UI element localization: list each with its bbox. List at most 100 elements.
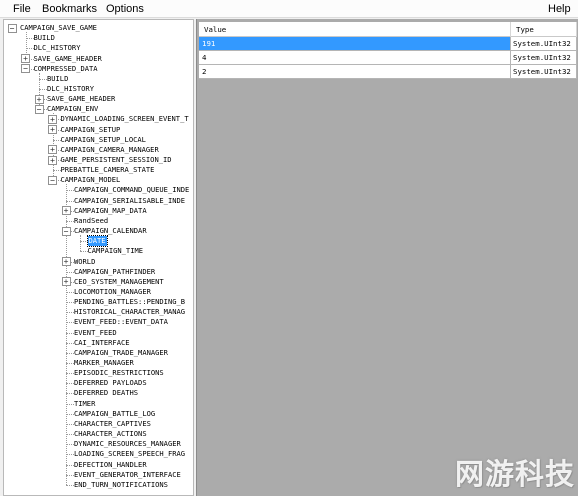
tree-node[interactable]: GAME_PERSISTENT_SESSION_ID: [61, 155, 172, 165]
tree-node[interactable]: CAMPAIGN_CALENDAR: [74, 226, 147, 236]
type-cell: System.UInt32: [511, 65, 577, 78]
collapse-icon[interactable]: −: [7, 23, 17, 33]
tree-node[interactable]: PREBATTLE_CAMERA_STATE: [61, 165, 155, 175]
tree-connector: [66, 403, 74, 405]
menu-options[interactable]: Options: [106, 2, 144, 16]
tree-node[interactable]: LOCOMOTION_MANAGER: [74, 287, 151, 297]
tree-node[interactable]: DATE: [86, 235, 108, 248]
menu-bookmarks[interactable]: Bookmarks: [42, 2, 97, 16]
tree-view[interactable]: − CAMPAIGN_SAVE_GAME BUILD DLC_HISTORY + SAVE…: [3, 19, 194, 496]
column-header-value[interactable]: Value: [199, 22, 511, 37]
value-cell[interactable]: 2: [199, 65, 511, 78]
tree-node[interactable]: EVENT_FEED::EVENT_DATA: [74, 317, 168, 327]
tree-node[interactable]: EVENT_FEED: [74, 328, 117, 338]
tree-connector: [66, 474, 74, 476]
tree-connector: [79, 235, 81, 252]
tree-node[interactable]: CAMPAIGN_SETUP: [61, 125, 121, 135]
value-cell[interactable]: 4: [199, 51, 511, 64]
tree-node[interactable]: CAMPAIGN_PATHFINDER: [74, 267, 155, 277]
tree-node[interactable]: END_TURN_NOTIFICATIONS: [74, 480, 168, 490]
collapse-icon[interactable]: −: [48, 175, 57, 185]
menu-bar: File Bookmarks Options Help: [0, 0, 578, 18]
tree-connector: [25, 48, 34, 50]
table-row[interactable]: 4 System.UInt32: [199, 51, 577, 65]
tree-connector: [66, 291, 74, 293]
tree-node[interactable]: COMPRESSED_DATA: [34, 64, 98, 74]
tree-node[interactable]: CAMPAIGN_COMMAND_QUEUE_INDE: [74, 185, 189, 195]
type-cell: System.UInt32: [511, 51, 577, 64]
tree-node[interactable]: DYNAMIC_LOADING_SCREEN_EVENT_T: [61, 114, 189, 124]
collapse-icon[interactable]: −: [61, 226, 71, 236]
expand-icon[interactable]: +: [61, 277, 71, 287]
tree-node[interactable]: DLC_HISTORY: [34, 43, 81, 53]
tree-node[interactable]: LOADING_SCREEN_SPEECH_FRAG: [74, 449, 185, 459]
expand-icon[interactable]: +: [48, 125, 57, 135]
tree-connector: [52, 139, 61, 141]
tree-node[interactable]: CAMPAIGN_MAP_DATA: [74, 206, 147, 216]
tree-node[interactable]: TIMER: [74, 399, 95, 409]
tree-node[interactable]: DLC_HISTORY: [47, 84, 94, 94]
tree-node[interactable]: WORLD: [74, 257, 95, 267]
tree-connector: [66, 312, 74, 314]
tree-connector: [66, 454, 74, 456]
table-row[interactable]: 2 System.UInt32: [199, 65, 577, 79]
tree-node[interactable]: DYNAMIC_RESOURCES_MANAGER: [74, 439, 181, 449]
tree-node[interactable]: BUILD: [47, 74, 68, 84]
collapse-icon[interactable]: −: [34, 104, 44, 114]
tree-node[interactable]: DEFERRED DEATHS: [74, 388, 138, 398]
tree-node[interactable]: PENDING_BATTLES::PENDING_B: [74, 297, 185, 307]
tree-node[interactable]: SAVE_GAME_HEADER: [34, 54, 102, 64]
column-header-type[interactable]: Type: [511, 22, 577, 37]
tree-node[interactable]: CAMPAIGN_SERIALISABLE_INDE: [74, 196, 185, 206]
tree-node[interactable]: HISTORICAL_CHARACTER_MANAG: [74, 307, 185, 317]
tree-connector: [66, 271, 74, 273]
collapse-icon[interactable]: −: [21, 64, 30, 74]
tree-node[interactable]: CAMPAIGN_TIME: [88, 246, 144, 256]
tree-node[interactable]: CAMPAIGN_MODEL: [61, 175, 121, 185]
tree-connector: [66, 332, 74, 334]
tree-node[interactable]: MARKER_MANAGER: [74, 358, 134, 368]
tree-connector: [79, 251, 88, 253]
tree-connector: [52, 170, 61, 172]
expand-icon[interactable]: +: [61, 206, 71, 216]
tree-node[interactable]: DEFERRED PAYLOADS: [74, 378, 147, 388]
tree-connector: [66, 352, 74, 354]
expand-icon[interactable]: +: [48, 145, 57, 155]
tree-node[interactable]: CAMPAIGN_SETUP_LOCAL: [61, 135, 146, 145]
table-row[interactable]: 191 System.UInt32: [199, 37, 577, 51]
expand-icon[interactable]: +: [61, 257, 71, 267]
tree-node[interactable]: EVENT_GENERATOR_INTERFACE: [74, 470, 181, 480]
tree-node[interactable]: CAMPAIGN_SAVE_GAME: [20, 23, 97, 33]
menu-help[interactable]: Help: [548, 2, 571, 16]
tree-connector: [66, 363, 74, 365]
expand-icon[interactable]: +: [48, 155, 57, 165]
tree-connector: [66, 220, 74, 222]
tree-node[interactable]: DEFECTION_HANDLER: [74, 460, 147, 470]
tree-connector: [66, 302, 74, 304]
tree-node[interactable]: CAMPAIGN_TRADE_MANAGER: [74, 348, 168, 358]
tree-node[interactable]: CHARACTER_CAPTIVES: [74, 419, 151, 429]
tree-node[interactable]: CHARACTER_ACTIONS: [74, 429, 147, 439]
tree-node[interactable]: CAI_INTERFACE: [74, 338, 130, 348]
tree-node[interactable]: BUILD: [34, 33, 55, 43]
tree-node[interactable]: CAMPAIGN_BATTLE_LOG: [74, 409, 155, 419]
tree-node[interactable]: RandSeed: [74, 216, 108, 226]
expand-icon[interactable]: +: [34, 94, 44, 104]
tree-connector: [66, 342, 74, 344]
tree-connector: [66, 434, 74, 436]
expand-icon[interactable]: +: [21, 54, 30, 64]
expand-icon[interactable]: +: [48, 114, 57, 124]
tree-node[interactable]: CAMPAIGN_CAMERA_MANAGER: [61, 145, 159, 155]
tree-connector: [25, 38, 34, 40]
tree-connector: [39, 88, 47, 90]
tree-connector: [66, 200, 74, 202]
tree-node[interactable]: SAVE_GAME_HEADER: [47, 94, 115, 104]
tree-node[interactable]: CAMPAIGN_ENV: [47, 104, 98, 114]
tree-node[interactable]: CEO_SYSTEM_MANAGEMENT: [74, 277, 164, 287]
value-cell[interactable]: 191: [199, 37, 511, 50]
tree-connector: [66, 464, 74, 466]
menu-file[interactable]: File: [13, 2, 31, 16]
tree-connector: [66, 383, 74, 385]
tree-node[interactable]: EPISODIC_RESTRICTIONS: [74, 368, 164, 378]
tree-connector: [66, 373, 74, 375]
